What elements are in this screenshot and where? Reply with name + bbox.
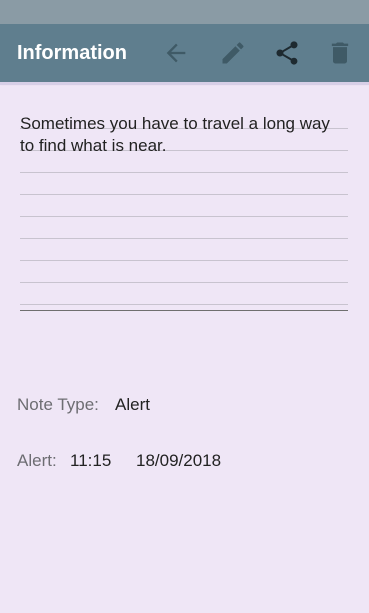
alert-time: 11:15 (70, 451, 112, 470)
status-bar (0, 0, 369, 24)
arrow-left-icon[interactable] (162, 39, 190, 67)
note-rule (20, 282, 348, 283)
note-rule (20, 260, 348, 261)
note-rule (20, 216, 348, 217)
alert-date: 18/09/2018 (136, 451, 222, 470)
note-rule (20, 194, 348, 195)
note-rule (20, 238, 348, 239)
app-bar-divider (0, 82, 369, 85)
trash-icon[interactable] (326, 39, 354, 67)
note-type-value: Alert (115, 395, 150, 414)
note-underline (20, 310, 348, 311)
note-rule (20, 304, 348, 305)
alert-label: Alert: (17, 451, 57, 470)
share-icon[interactable] (273, 39, 301, 67)
app-bar: Information (0, 24, 369, 82)
pencil-icon[interactable] (219, 39, 247, 67)
page-title: Information (17, 42, 127, 64)
note-type-label: Note Type: (17, 395, 99, 414)
note-area[interactable]: Sometimes you have to travel a long way … (20, 106, 348, 312)
note-rule (20, 172, 348, 173)
note-text[interactable]: Sometimes you have to travel a long way … (20, 113, 348, 157)
